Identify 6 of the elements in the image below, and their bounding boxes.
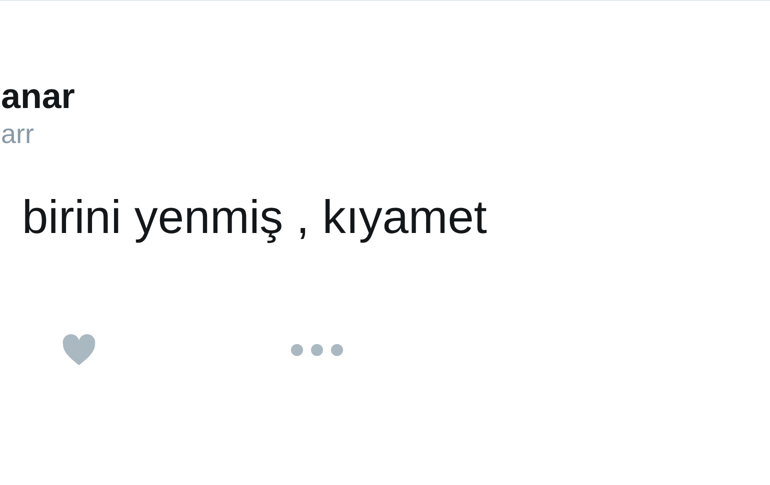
- tweet-text: birini yenmiş , kıyamet: [22, 189, 487, 245]
- display-name: anar: [1, 77, 75, 117]
- username: arr: [1, 119, 34, 149]
- like-button[interactable]: [60, 333, 98, 367]
- more-icon: [290, 343, 344, 357]
- heart-icon: [61, 334, 97, 366]
